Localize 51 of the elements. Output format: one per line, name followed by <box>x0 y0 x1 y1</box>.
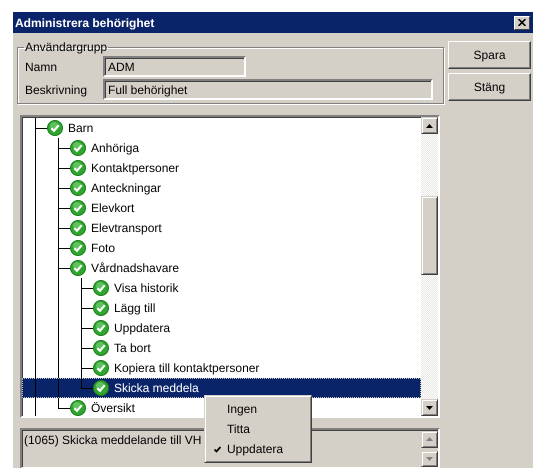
scroll-up-button[interactable] <box>421 117 438 134</box>
check-circle-icon <box>70 200 86 216</box>
scroll-down-button[interactable] <box>421 450 438 467</box>
check-circle-icon <box>70 240 86 256</box>
field-label: Namn <box>25 60 58 74</box>
tree-item[interactable]: Lägg till <box>22 298 421 318</box>
tree-item[interactable]: Foto <box>22 238 421 258</box>
tree-item[interactable]: Skicka meddela <box>22 378 421 398</box>
menu-item[interactable]: Ingen <box>207 399 309 419</box>
field-label: Beskrivning <box>25 82 88 96</box>
group-label: Användargrupp <box>24 40 108 54</box>
up-arrow-icon <box>426 437 433 442</box>
check-circle-icon <box>70 140 86 156</box>
save-button[interactable]: Spara <box>448 41 531 69</box>
tree-item[interactable]: Ta bort <box>22 338 421 358</box>
tree-item[interactable]: Anteckningar <box>22 178 421 198</box>
tree-item[interactable]: Barn <box>22 118 421 138</box>
check-circle-icon <box>47 120 63 136</box>
scrollbar[interactable] <box>421 117 438 416</box>
window-title: Administrera behörighet <box>15 16 154 30</box>
tree-item[interactable]: Elevkort <box>22 198 421 218</box>
check-circle-icon <box>93 380 109 396</box>
check-circle-icon <box>93 320 109 336</box>
check-circle-icon <box>93 300 109 316</box>
scroll-thumb[interactable] <box>421 196 438 275</box>
scroll-down-button[interactable] <box>421 399 438 416</box>
tree-item[interactable]: Visa historik <box>22 278 421 298</box>
text-field[interactable]: ADM <box>103 56 246 77</box>
down-arrow-icon <box>426 456 433 461</box>
tree-item[interactable]: Elevtransport <box>22 218 421 238</box>
close-dialog-button[interactable]: Stäng <box>448 73 531 101</box>
tree-item[interactable]: Kopiera till kontaktpersoner <box>22 358 421 378</box>
tree-item[interactable]: Uppdatera <box>22 318 421 338</box>
text-field[interactable]: Full behörighet <box>103 79 433 100</box>
check-circle-icon <box>70 180 86 196</box>
check-circle-icon <box>93 280 109 296</box>
scroll-up-button[interactable] <box>421 431 438 448</box>
tree-item[interactable]: Anhöriga <box>22 138 421 158</box>
tree-item[interactable]: Kontaktpersoner <box>22 158 421 178</box>
check-circle-icon <box>70 220 86 236</box>
tree-item[interactable]: Vårdnadshavare <box>22 258 421 278</box>
check-circle-icon <box>93 340 109 356</box>
close-icon <box>518 19 526 26</box>
up-arrow-icon <box>426 124 433 128</box>
down-arrow-icon <box>426 406 433 410</box>
close-button[interactable] <box>514 16 530 30</box>
menu-item[interactable]: Titta <box>207 419 309 439</box>
menu-item[interactable]: Uppdatera <box>207 439 309 459</box>
check-circle-icon <box>70 160 86 176</box>
check-circle-icon <box>93 360 109 376</box>
check-circle-icon <box>70 260 86 276</box>
